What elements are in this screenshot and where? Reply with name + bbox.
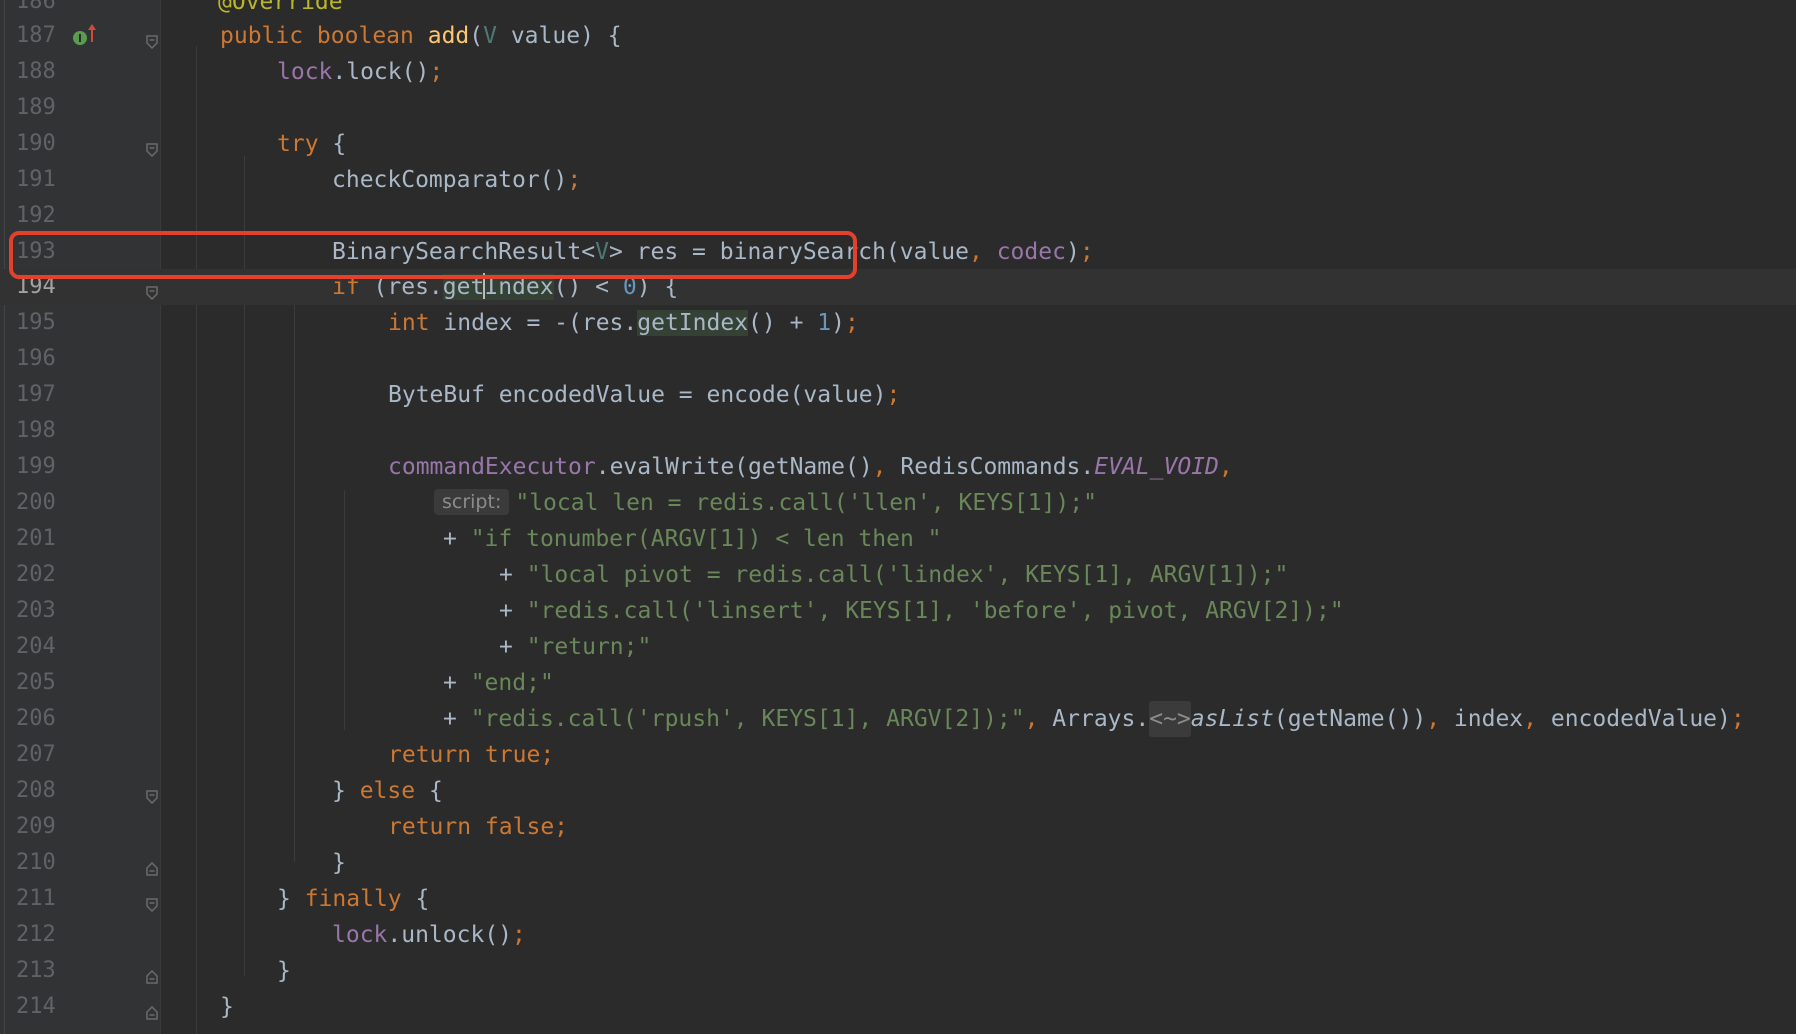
code-text: lock.unlock(); (332, 922, 526, 948)
line-number: 209 (16, 814, 56, 839)
line-number: 198 (16, 418, 56, 443)
fold-open-icon[interactable] (146, 137, 158, 158)
line-number: 192 (16, 203, 56, 228)
line-number: 203 (16, 598, 56, 623)
line-number: 188 (16, 59, 56, 84)
code-editor[interactable]: 186 @Override 187 public boolean add(V v… (0, 0, 1796, 1034)
code-line[interactable]: 203 + "redis.call('linsert', KEYS[1], 'b… (0, 593, 1796, 629)
code-line[interactable]: 187 public boolean add(V value) { (0, 18, 1796, 54)
line-number: 191 (16, 167, 56, 192)
code-line[interactable]: 206 + "redis.call('rpush', KEYS[1], ARGV… (0, 701, 1796, 737)
line-number: 212 (16, 922, 56, 947)
code-line[interactable]: 196 (0, 341, 1796, 377)
line-number: 207 (16, 742, 56, 767)
code-text: ByteBuf encodedValue = encode(value); (388, 382, 901, 408)
code-text: } (220, 994, 234, 1020)
line-number: 201 (16, 526, 56, 551)
code-text: public boolean add(V value) { (220, 23, 622, 49)
parameter-hint: script: (434, 489, 510, 515)
line-number: 213 (16, 958, 56, 983)
line-number: 206 (16, 706, 56, 731)
code-line[interactable]: 191 checkComparator(); (0, 162, 1796, 198)
code-line[interactable]: 208 } else { (0, 773, 1796, 809)
code-line[interactable]: 198 (0, 413, 1796, 449)
line-number: 200 (16, 490, 56, 515)
code-line[interactable]: 189 (0, 90, 1796, 126)
code-line[interactable]: 192 (0, 198, 1796, 234)
fold-open-icon[interactable] (146, 892, 158, 913)
line-number: 202 (16, 562, 56, 587)
code-line[interactable]: 213 } (0, 953, 1796, 989)
line-number: 186 (16, 0, 56, 14)
code-text: checkComparator(); (332, 167, 582, 193)
line-number: 204 (16, 634, 56, 659)
line-number: 187 (16, 23, 56, 48)
code-line[interactable]: 200 script: "local len = redis.call('llen… (0, 485, 1796, 521)
code-text: + "redis.call('linsert', KEYS[1], 'befor… (499, 598, 1344, 624)
code-line[interactable]: 210 } (0, 845, 1796, 881)
code-line[interactable]: 197 ByteBuf encodedValue = encode(value)… (0, 377, 1796, 413)
code-line[interactable]: 199 commandExecutor.evalWrite(getName(),… (0, 449, 1796, 485)
code-text: } (277, 958, 291, 984)
code-text: + "return;" (499, 634, 652, 660)
line-number: 189 (16, 95, 56, 120)
code-line[interactable]: 205 + "end;" (0, 665, 1796, 701)
code-text: } finally { (277, 886, 430, 912)
line-number: 195 (16, 310, 56, 335)
highlight-annotation-box (9, 231, 857, 279)
code-line[interactable]: 214 } (0, 989, 1796, 1025)
line-number: 208 (16, 778, 56, 803)
code-line[interactable]: 201 + "if tonumber(ARGV[1]) < len then " (0, 521, 1796, 557)
code-line[interactable]: 190 try { (0, 126, 1796, 162)
code-line[interactable]: 209 return false; (0, 809, 1796, 845)
line-number: 205 (16, 670, 56, 695)
code-text: return true; (388, 742, 555, 768)
code-line[interactable]: 195 int index = -(res.getIndex() + 1); (0, 305, 1796, 341)
code-text: lock.lock(); (277, 59, 444, 85)
line-number: 211 (16, 886, 56, 911)
fold-close-icon[interactable] (146, 964, 158, 984)
code-text: return false; (388, 814, 569, 840)
code-text: commandExecutor.evalWrite(getName(), Red… (388, 454, 1233, 480)
line-number: 190 (16, 131, 56, 156)
code-text: + "end;" (443, 670, 554, 696)
code-text: } (332, 850, 346, 876)
fold-open-icon[interactable] (146, 280, 158, 301)
code-text: script: "local len = redis.call('llen', K… (434, 485, 1097, 521)
code-text: + "local pivot = redis.call('lindex', KE… (499, 562, 1289, 588)
line-number: 214 (16, 994, 56, 1019)
line-number: 199 (16, 454, 56, 479)
fold-close-icon[interactable] (146, 1000, 158, 1020)
line-number: 210 (16, 850, 56, 875)
code-line[interactable]: 188 lock.lock(); (0, 54, 1796, 90)
code-line[interactable]: 211 } finally { (0, 881, 1796, 917)
code-text: } else { (332, 778, 443, 804)
code-text: int index = -(res.getIndex() + 1); (388, 310, 859, 336)
code-text: + "redis.call('rpush', KEYS[1], ARGV[2])… (443, 701, 1745, 737)
line-number: 196 (16, 346, 56, 371)
code-line[interactable]: 212 lock.unlock(); (0, 917, 1796, 953)
code-line[interactable]: 202 + "local pivot = redis.call('lindex'… (0, 557, 1796, 593)
generic-type-hint: <~> (1149, 701, 1191, 737)
code-line[interactable]: 207 return true; (0, 737, 1796, 773)
code-line[interactable]: 204 + "return;" (0, 629, 1796, 665)
code-text: try { (277, 131, 347, 157)
code-text: @Override (218, 0, 343, 15)
override-up-arrow-icon[interactable] (86, 22, 98, 52)
fold-open-icon[interactable] (146, 784, 158, 805)
fold-open-icon[interactable] (146, 29, 158, 50)
code-text: + "if tonumber(ARGV[1]) < len then " (443, 526, 942, 552)
code-line[interactable]: 186 @Override (0, 0, 1796, 20)
line-number: 197 (16, 382, 56, 407)
fold-close-icon[interactable] (146, 856, 158, 876)
